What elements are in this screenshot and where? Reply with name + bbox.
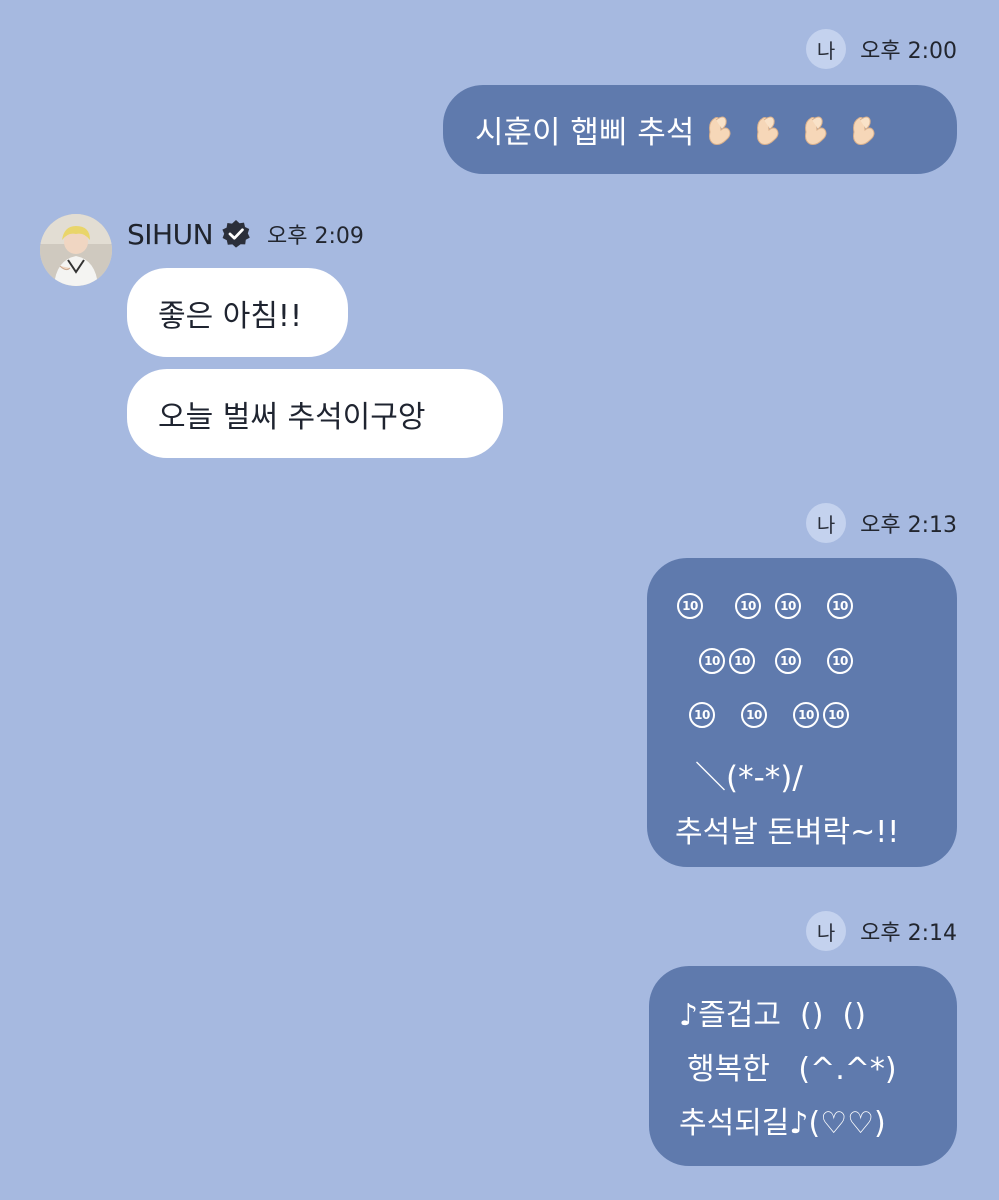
avatar-photo-icon — [40, 214, 112, 286]
message-time: 오후 2:09 — [267, 224, 364, 249]
circled-ten-icon: 10 — [793, 702, 819, 728]
ascii-row: 10 10 10 10 — [699, 644, 853, 678]
circled-ten-icon: 10 — [775, 593, 801, 619]
message-time: 오후 2:00 — [860, 39, 957, 64]
artist-message-bubble[interactable]: 오늘 벌써 추석이구앙 — [127, 369, 503, 458]
finger-heart-emoji-icon — [757, 116, 779, 145]
finger-heart-emoji-icon — [805, 116, 827, 145]
artist-name[interactable]: SIHUN — [127, 218, 214, 251]
me-badge: 나 — [806, 503, 847, 543]
my-message-bubble[interactable]: ♪즐겁고 () () 행복한 (^.^*) 추석되길♪(♡♡) — [649, 966, 957, 1166]
circled-ten-icon: 10 — [699, 648, 725, 674]
finger-heart-emoji-icon — [853, 116, 875, 145]
message-meta-1: 나 오후 2:00 — [806, 29, 957, 69]
finger-heart-emoji-icon — [709, 116, 731, 145]
message-line: 행복한 (^.^*) — [687, 1052, 897, 1087]
me-badge: 나 — [806, 29, 847, 69]
ascii-face: ＼(*-*)/ — [695, 760, 803, 796]
message-text: 추석날 돈벼락~!! — [675, 815, 900, 850]
message-text: 시훈이 햅삐 추석 — [475, 115, 695, 151]
my-message-bubble[interactable]: 10 10 10 10 10 10 10 10 10 10 10 10 ＼(*-… — [647, 558, 957, 867]
me-badge: 나 — [806, 911, 847, 951]
message-text: 오늘 벌써 추석이구앙 — [158, 399, 426, 435]
circled-ten-icon: 10 — [735, 593, 761, 619]
message-meta-3: 나 오후 2:13 — [806, 503, 957, 543]
circled-ten-icon: 10 — [827, 648, 853, 674]
verified-badge-icon — [222, 220, 250, 248]
circled-ten-icon: 10 — [827, 593, 853, 619]
circled-ten-icon: 10 — [677, 593, 703, 619]
message-line: 추석되길♪(♡♡) — [679, 1106, 886, 1141]
message-time: 오후 2:13 — [860, 513, 957, 538]
circled-ten-icon: 10 — [689, 702, 715, 728]
my-message-bubble[interactable]: 시훈이 햅삐 추석 — [443, 85, 957, 174]
message-text: 좋은 아침!! — [158, 298, 302, 334]
ascii-row: 10 10 10 10 — [677, 589, 853, 623]
message-line: ♪즐겁고 () () — [679, 998, 866, 1033]
circled-ten-icon: 10 — [775, 648, 801, 674]
circled-ten-icon: 10 — [741, 702, 767, 728]
message-meta-4: 나 오후 2:14 — [806, 911, 957, 951]
circled-ten-icon: 10 — [823, 702, 849, 728]
artist-header: SIHUN 오후 2:09 — [127, 212, 364, 256]
circled-ten-icon: 10 — [729, 648, 755, 674]
message-time: 오후 2:14 — [860, 921, 957, 946]
artist-avatar[interactable] — [40, 214, 112, 286]
artist-message-bubble[interactable]: 좋은 아침!! — [127, 268, 348, 357]
ascii-row: 10 10 10 10 — [689, 698, 849, 732]
